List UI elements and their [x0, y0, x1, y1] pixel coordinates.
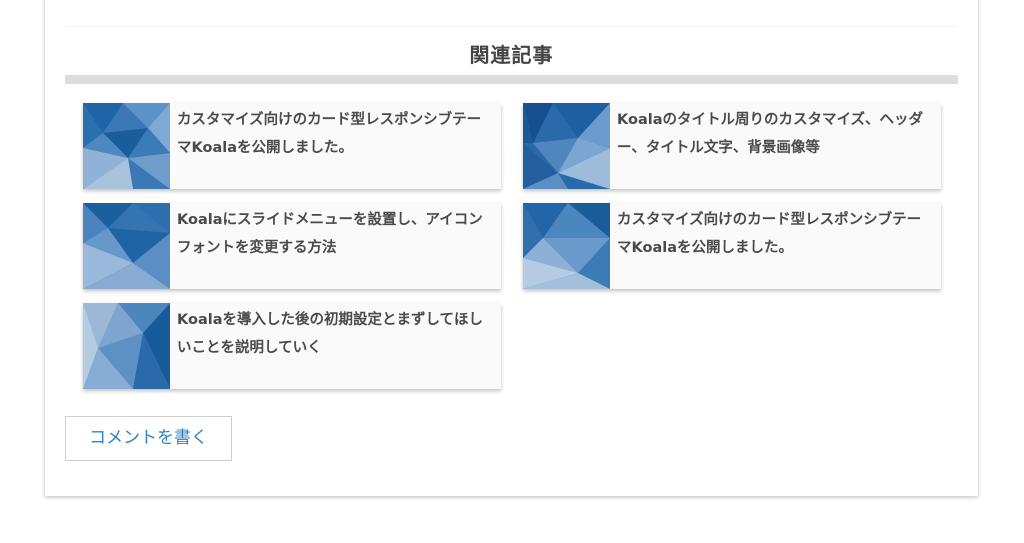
article-title[interactable]: Koalaにスライドメニューを設置し、アイコンフォントを変更する方法	[170, 203, 501, 289]
related-article-card[interactable]: カスタマイズ向けのカード型レスポンシブテーマKoalaを公開しました。	[523, 203, 941, 289]
related-article-card[interactable]: Koalaにスライドメニューを設置し、アイコンフォントを変更する方法	[83, 203, 501, 289]
article-thumbnail[interactable]	[83, 303, 170, 389]
related-article-card[interactable]: Koalaのタイトル周りのカスタマイズ、ヘッダー、タイトル文字、背景画像等	[523, 103, 941, 189]
heading-underline	[65, 75, 958, 84]
article-thumbnail[interactable]	[83, 103, 170, 189]
divider	[65, 26, 958, 27]
related-posts-heading: 関連記事	[469, 43, 554, 67]
article-title[interactable]: カスタマイズ向けのカード型レスポンシブテーマKoalaを公開しました。	[170, 103, 501, 189]
article-thumbnail[interactable]	[83, 203, 170, 289]
content-panel: 関連記事 カスタマイズ向けのカード型レスポンシブテーマKoalaを公開しました。	[45, 0, 978, 496]
write-comment-button[interactable]: コメントを書く	[65, 416, 232, 461]
article-thumbnail[interactable]	[523, 203, 610, 289]
related-article-card[interactable]: カスタマイズ向けのカード型レスポンシブテーマKoalaを公開しました。	[83, 103, 501, 189]
article-thumbnail[interactable]	[523, 103, 610, 189]
article-title[interactable]: Koalaを導入した後の初期設定とまずしてほしいことを説明していく	[170, 303, 501, 389]
article-title[interactable]: Koalaのタイトル周りのカスタマイズ、ヘッダー、タイトル文字、背景画像等	[610, 103, 941, 189]
related-article-card[interactable]: Koalaを導入した後の初期設定とまずしてほしいことを説明していく	[83, 303, 501, 389]
article-title[interactable]: カスタマイズ向けのカード型レスポンシブテーマKoalaを公開しました。	[610, 203, 941, 289]
